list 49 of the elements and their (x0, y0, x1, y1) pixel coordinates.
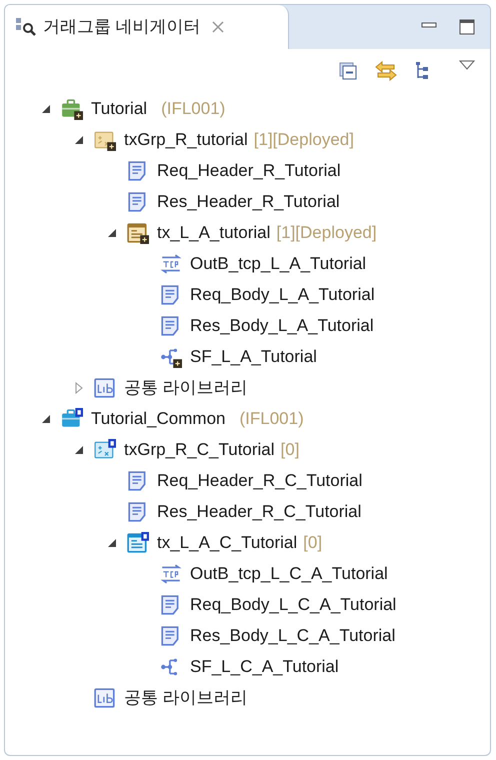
tree-item-status: (IFL001) (161, 98, 226, 120)
expanded-arrow-icon[interactable] (74, 134, 84, 144)
expanded-arrow-icon[interactable] (41, 104, 51, 114)
window-icon (127, 222, 149, 244)
tree-item-status: (IFL001) (239, 408, 304, 430)
tree-item-status: [1][Deployed] (254, 128, 354, 151)
expanded-arrow-icon[interactable] (107, 228, 117, 238)
collapsed-arrow-icon[interactable] (74, 382, 84, 394)
window-icon (127, 532, 149, 554)
search-icon (15, 17, 37, 37)
sync-arrows-icon[interactable] (374, 60, 398, 82)
folder-icon (94, 438, 116, 460)
view-tab[interactable]: 거래그룹 네비게이터 (5, 5, 289, 49)
view-title: 거래그룹 네비게이터 (43, 16, 201, 38)
tree-item-label[interactable]: tx_L_A_C_Tutorial (157, 530, 298, 556)
tree-item-label[interactable]: Res_Body_L_C_A_Tutorial (190, 622, 396, 648)
tree-item-status: [0] (303, 532, 322, 554)
tree-item-label[interactable]: OutB_tcp_L_C_A_Tutorial (190, 560, 388, 586)
library-icon (94, 376, 116, 398)
transfer-icon (160, 562, 182, 584)
maximize-icon[interactable] (458, 18, 476, 36)
tree-item-label[interactable]: Req_Body_L_C_A_Tutorial (190, 592, 396, 618)
tree-item-label[interactable]: 공통 라이브러리 (124, 374, 248, 400)
tree-item-label[interactable]: txGrp_R_C_Tutorial (124, 436, 275, 462)
tree-item-label[interactable]: OutB_tcp_L_A_Tutorial (190, 250, 366, 276)
tree-item-label[interactable]: Res_Header_R_C_Tutorial (157, 498, 362, 524)
tree-item-status: [1][Deployed] (276, 222, 377, 244)
briefcase-icon (61, 98, 83, 120)
tree-item-label[interactable]: Res_Body_L_A_Tutorial (190, 312, 374, 338)
tree-item-status: [0] (280, 438, 300, 461)
expanded-arrow-icon[interactable] (107, 538, 117, 548)
expanded-arrow-icon[interactable] (41, 414, 51, 424)
collapse-all-icon[interactable] (338, 61, 358, 81)
close-icon[interactable] (210, 20, 225, 34)
tree-item-label[interactable]: Req_Header_R_C_Tutorial (157, 468, 362, 494)
tree-item-label[interactable]: Tutorial (91, 96, 148, 122)
expanded-arrow-icon[interactable] (74, 444, 84, 454)
tree-item-label[interactable]: txGrp_R_tutorial (124, 126, 248, 152)
briefcase-icon (61, 408, 83, 430)
transfer-icon (160, 252, 182, 274)
tree-item-label[interactable]: SF_L_C_A_Tutorial (190, 654, 339, 680)
tree-item-label[interactable]: Res_Header_R_Tutorial (157, 188, 340, 214)
tree-item-label[interactable]: tx_L_A_tutorial (157, 220, 270, 246)
tree-item-label[interactable]: Req_Header_R_Tutorial (157, 158, 341, 184)
tree-item-label[interactable]: SF_L_A_Tutorial (190, 344, 317, 370)
tree-item-label[interactable]: Req_Body_L_A_Tutorial (190, 282, 375, 308)
tree-item-label[interactable]: Tutorial_Common (91, 406, 226, 432)
library-icon (94, 686, 116, 708)
tree-item-label[interactable]: 공통 라이브러리 (124, 684, 248, 710)
